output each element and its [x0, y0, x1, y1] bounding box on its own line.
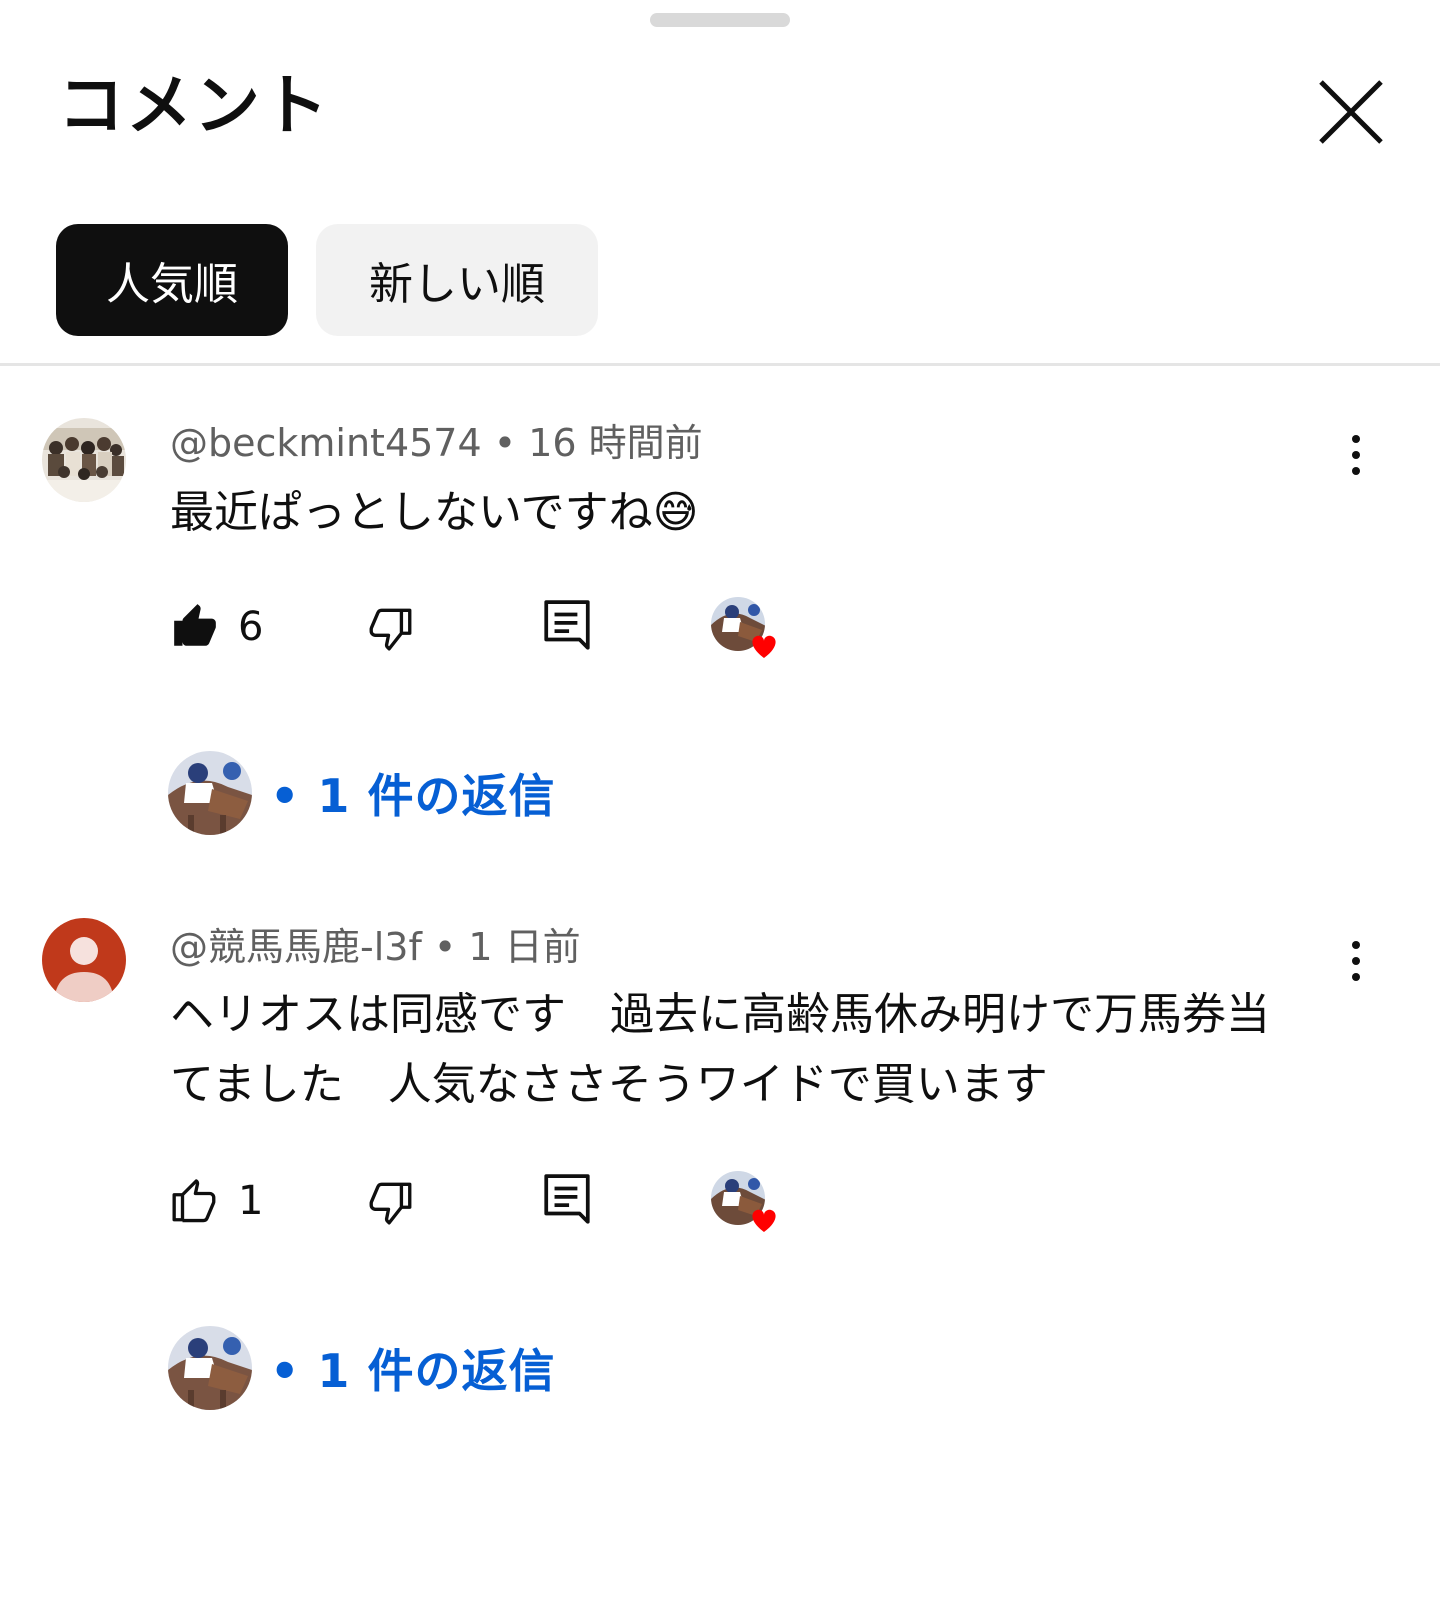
sort-tabs: 人気順 新しい順 [56, 224, 598, 336]
close-icon [1319, 80, 1383, 144]
comment-meta: @beckmint4574 • 16 時間前 [170, 421, 703, 465]
comment-text: 最近ぱっとしないですね😅 [170, 487, 699, 538]
creator-heart-badge [710, 596, 786, 662]
replies-count-label: • 1 件の返信 [270, 1344, 556, 1398]
replies-count-label: • 1 件の返信 [270, 769, 556, 823]
close-button[interactable] [1315, 76, 1387, 148]
like-button[interactable]: 6 [170, 592, 263, 662]
drag-handle[interactable] [650, 13, 790, 27]
horse-racing-avatar-icon [168, 1326, 252, 1410]
divider [0, 363, 1440, 366]
more-options-button[interactable] [1336, 926, 1376, 996]
horse-racing-avatar-icon [168, 751, 252, 835]
tab-popular[interactable]: 人気順 [56, 224, 288, 336]
reply-avatar [168, 1326, 252, 1410]
dot [1352, 467, 1360, 475]
panel-title: コメント [58, 67, 330, 144]
thumbs-down-icon [369, 1182, 412, 1225]
view-replies-button[interactable]: • 1 件の返信 [168, 1326, 555, 1410]
reply-button[interactable] [544, 1166, 590, 1236]
comment-reply-icon [544, 1174, 590, 1224]
dot [1352, 957, 1360, 965]
comment-meta: @競馬馬鹿-l3f • 1 日前 [170, 925, 581, 969]
like-count: 1 [238, 1178, 264, 1224]
view-replies-button[interactable]: • 1 件の返信 [168, 751, 555, 835]
dot [1352, 451, 1360, 459]
dot [1352, 973, 1360, 981]
like-button[interactable]: 1 [170, 1166, 263, 1236]
reply-avatar [168, 751, 252, 835]
more-options-button[interactable] [1336, 420, 1376, 490]
avatar[interactable] [42, 418, 126, 502]
thumbs-down-icon [369, 608, 412, 651]
default-user-avatar-icon [42, 918, 126, 1002]
avatar[interactable] [42, 918, 126, 1002]
comment-actions: 6 [170, 592, 810, 662]
creator-avatar-with-heart-icon [711, 1171, 776, 1232]
dislike-button[interactable] [366, 592, 416, 662]
creator-avatar-with-heart-icon [711, 597, 776, 658]
thumbs-up-filled-icon [174, 604, 216, 646]
creator-heart-badge [710, 1170, 786, 1236]
like-count: 6 [238, 604, 264, 650]
tab-newest[interactable]: 新しい順 [316, 224, 598, 336]
comment-text: ヘリオスは同感です 過去に高齢馬休み明けで万馬券当てました 人気なささそうワイド… [170, 989, 1270, 1110]
comment-reply-icon [544, 600, 590, 650]
thumbs-up-icon [172, 1179, 216, 1223]
comment-actions: 1 [170, 1166, 810, 1236]
dot [1352, 941, 1360, 949]
dislike-button[interactable] [366, 1166, 416, 1236]
reply-button[interactable] [544, 592, 590, 662]
group-photo-avatar-icon [42, 418, 126, 502]
dot [1352, 435, 1360, 443]
